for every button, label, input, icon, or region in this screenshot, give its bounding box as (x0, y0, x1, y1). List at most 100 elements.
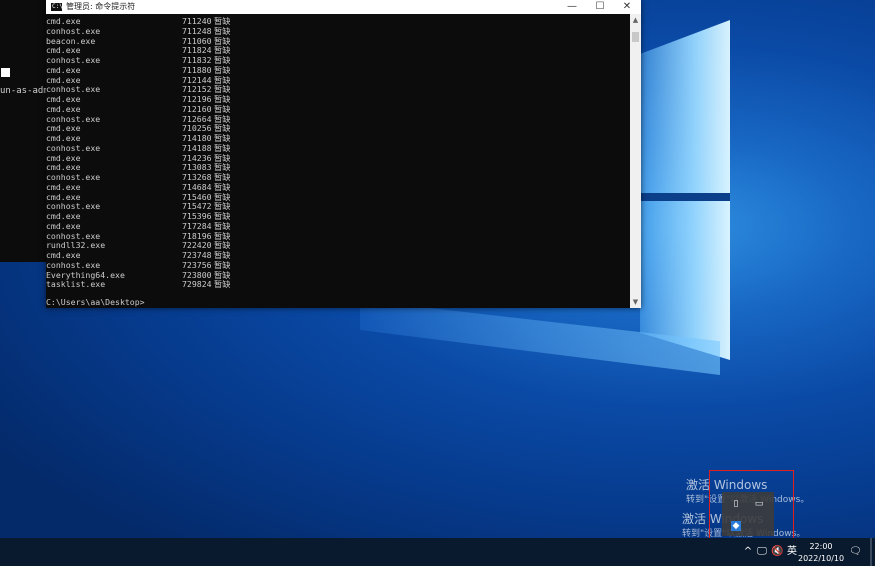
process-mem: 722420 (182, 240, 212, 251)
maximize-button[interactable]: ☐ (586, 0, 614, 14)
minimize-button[interactable]: — (558, 0, 586, 14)
command-prompt[interactable]: C:\Users\aa\Desktop> (46, 297, 145, 307)
process-name: cmd.exe (46, 74, 81, 85)
process-unit: 暂缺 (214, 152, 231, 163)
process-unit: 暂缺 (214, 279, 231, 290)
show-hidden-icons-chevron-icon[interactable]: ^ (742, 546, 754, 558)
background-console-text: un-as-adm (0, 86, 49, 96)
process-mem: 711832 (182, 55, 212, 65)
process-unit: 暂缺 (214, 35, 231, 46)
process-unit: 暂缺 (214, 211, 231, 221)
process-name: cmd.exe (46, 211, 81, 221)
process-mem: 715472 (182, 201, 212, 212)
process-name: conhost.exe (46, 201, 101, 212)
process-name: conhost.exe (46, 113, 101, 124)
process-unit: 暂缺 (214, 123, 231, 134)
scrollbar-thumb[interactable] (632, 32, 639, 42)
scroll-up-arrow-icon[interactable]: ▲ (630, 14, 641, 26)
process-unit: 暂缺 (214, 230, 231, 241)
vertical-scrollbar[interactable]: ▲ ▼ (630, 14, 641, 308)
process-name: rundll32.exe (46, 240, 106, 251)
process-name: conhost.exe (46, 55, 101, 65)
process-name: cmd.exe (46, 103, 81, 114)
process-unit: 暂缺 (214, 16, 231, 26)
process-name: Everything64.exe (46, 269, 125, 280)
show-desktop-button[interactable] (870, 538, 872, 566)
process-name: cmd.exe (46, 181, 81, 192)
process-unit: 暂缺 (214, 201, 231, 212)
process-mem: 712152 (182, 84, 212, 95)
process-mem: 711824 (182, 45, 212, 56)
cmd-window[interactable]: C:\ 管理员: 命令提示符 — ☐ ✕ C:\Users\aa\Desktop… (46, 0, 641, 308)
process-mem: 712160 (182, 103, 212, 114)
process-mem: 729824 (182, 279, 212, 290)
process-mem: 710256 (182, 123, 212, 134)
scroll-down-arrow-icon[interactable]: ▼ (630, 296, 641, 308)
process-unit: 暂缺 (214, 25, 231, 36)
process-name: cmd.exe (46, 16, 81, 26)
process-mem: 711240 (182, 16, 212, 26)
process-name: cmd.exe (46, 45, 81, 56)
process-unit: 暂缺 (214, 74, 231, 85)
process-unit: 暂缺 (214, 162, 231, 173)
process-name: conhost.exe (46, 259, 101, 270)
process-mem: 713083 (182, 162, 212, 173)
process-unit: 暂缺 (214, 113, 231, 124)
process-mem: 723756 (182, 259, 212, 270)
process-name: beacon.exe (46, 35, 96, 46)
action-center-icon[interactable]: 🗨 (849, 546, 862, 558)
window-title: 管理员: 命令提示符 (66, 2, 136, 11)
process-name: cmd.exe (46, 64, 81, 75)
volume-muted-icon[interactable]: 🔇 (771, 546, 783, 558)
clock-date[interactable]: 2022/10/10 (798, 554, 844, 563)
background-console-window[interactable]: un-as-adm (0, 0, 49, 262)
process-unit: 暂缺 (214, 191, 231, 202)
process-mem: 712144 (182, 74, 212, 85)
process-unit: 暂缺 (214, 142, 231, 153)
process-name: cmd.exe (46, 152, 81, 163)
process-name: conhost.exe (46, 172, 101, 182)
process-unit: 暂缺 (214, 45, 231, 56)
process-name: conhost.exe (46, 230, 101, 241)
process-mem: 718196 (182, 230, 212, 241)
process-mem: 711880 (182, 64, 212, 75)
process-name: cmd.exe (46, 94, 81, 104)
process-name: cmd.exe (46, 220, 81, 231)
process-unit: 暂缺 (214, 250, 231, 260)
network-icon[interactable]: 🖵 (756, 546, 768, 558)
process-mem: 715396 (182, 211, 212, 221)
process-unit: 暂缺 (214, 220, 231, 231)
cmd-app-icon: C:\ (51, 3, 63, 11)
process-mem: 711248 (182, 25, 212, 36)
process-unit: 暂缺 (214, 172, 231, 182)
process-unit: 暂缺 (214, 64, 231, 75)
process-name: conhost.exe (46, 142, 101, 153)
cursor-block (1, 68, 10, 77)
console-output[interactable]: C:\Users\aa\Desktop> cmd.exe 711240 暂缺 conh… (46, 14, 630, 308)
process-mem: 723748 (182, 250, 212, 260)
process-unit: 暂缺 (214, 94, 231, 104)
process-unit: 暂缺 (214, 269, 231, 280)
process-mem: 712664 (182, 113, 212, 124)
process-name: conhost.exe (46, 84, 101, 95)
process-name: conhost.exe (46, 25, 101, 36)
process-mem: 713268 (182, 172, 212, 182)
clock-time[interactable]: 22:00 (808, 542, 834, 551)
process-unit: 暂缺 (214, 259, 231, 270)
process-mem: 714236 (182, 152, 212, 163)
close-button[interactable]: ✕ (613, 0, 641, 14)
process-name: tasklist.exe (46, 279, 106, 290)
title-bar[interactable]: C:\ 管理员: 命令提示符 — ☐ ✕ (46, 0, 641, 14)
process-mem: 714684 (182, 181, 212, 192)
process-name: cmd.exe (46, 162, 81, 173)
desktop-beam-divider (640, 193, 730, 201)
process-unit: 暂缺 (214, 181, 231, 192)
process-mem: 711060 (182, 35, 212, 46)
process-mem: 712196 (182, 94, 212, 104)
input-method-indicator[interactable]: 英 (786, 546, 798, 558)
process-name: cmd.exe (46, 191, 81, 202)
process-name: cmd.exe (46, 123, 81, 134)
process-unit: 暂缺 (214, 55, 231, 65)
process-unit: 暂缺 (214, 133, 231, 143)
process-mem: 715460 (182, 191, 212, 202)
